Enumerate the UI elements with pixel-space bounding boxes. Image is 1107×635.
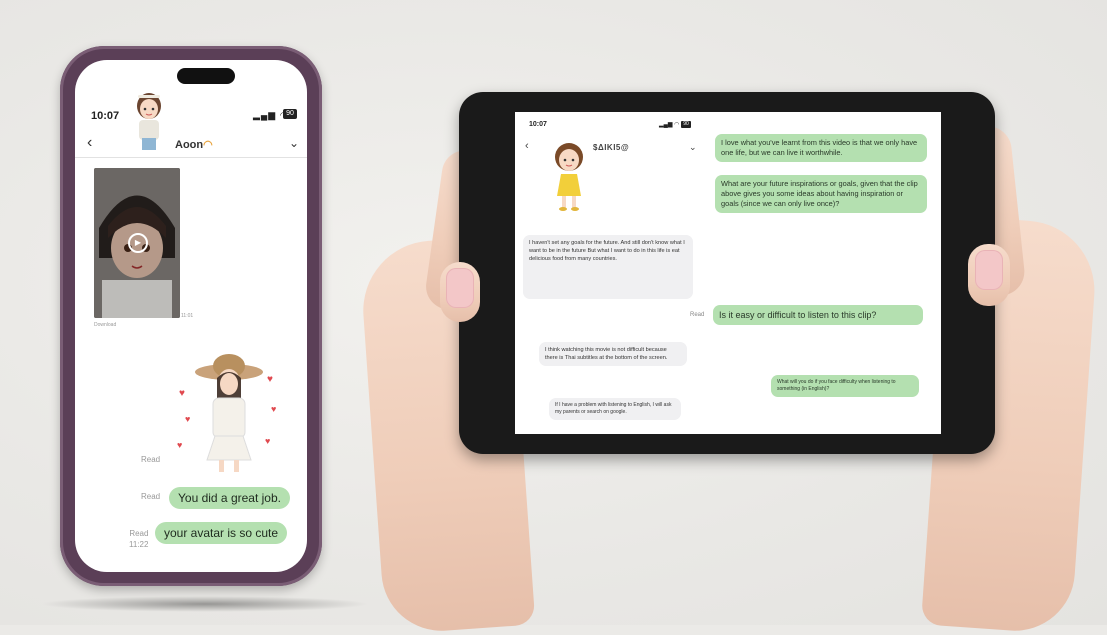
read-receipt: Read — [141, 455, 161, 464]
svg-text:♥: ♥ — [179, 388, 185, 399]
sent-message[interactable]: You did a great job. — [169, 487, 290, 509]
contact-avatar[interactable] — [547, 140, 591, 212]
contact-name[interactable]: $ΔΙΚΙ5@ — [593, 143, 629, 152]
download-label[interactable]: Download — [94, 322, 116, 328]
svg-text:♥: ♥ — [265, 436, 270, 446]
video-timestamp: 11:01 — [181, 313, 194, 319]
sent-message[interactable]: Is it easy or difficult to listen to thi… — [713, 305, 923, 325]
play-icon[interactable]: ▶ — [128, 233, 148, 253]
back-button[interactable]: ‹ — [87, 134, 92, 152]
read-receipt: Read — [141, 492, 161, 501]
avatar-sticker[interactable]: ♥ ♥ ♥ ♥ ♥ ♥ — [171, 348, 289, 478]
received-message[interactable]: I haven't set any goals for the future. … — [523, 235, 693, 299]
contact-avatar[interactable] — [129, 90, 169, 152]
right-thumb-nail — [975, 250, 1003, 290]
read-receipt: Read — [690, 312, 705, 318]
tablet-device: 10:07 ▂▄▆ ◠ 90 ‹ $ΔΙΚΙ5@ ⌄ I love what y… — [459, 92, 995, 454]
chevron-down-icon[interactable]: ⌄ — [689, 142, 697, 153]
video-message[interactable]: ▶ — [94, 168, 180, 318]
battery-icon: 90 — [681, 121, 691, 128]
svg-text:♥: ♥ — [177, 440, 182, 450]
sent-message[interactable]: What are your future inspirations or goa… — [715, 175, 927, 213]
read-label: Read — [129, 529, 149, 538]
read-receipt: Read 11:22 — [129, 528, 148, 550]
svg-text:♥: ♥ — [185, 414, 190, 424]
message-time: 11:22 — [129, 540, 149, 549]
svg-text:♥: ♥ — [271, 404, 276, 414]
sent-message[interactable]: I love what you've learnt from this vide… — [715, 134, 927, 162]
signal-wifi-icon: ▂▄▆ ◠ — [659, 122, 680, 128]
phone-shadow — [40, 596, 370, 612]
chevron-down-icon[interactable]: ⌄ — [289, 136, 299, 150]
left-thumb-nail — [446, 268, 474, 308]
rainbow-icon: ◠ — [203, 139, 213, 151]
phone-screen: 10:07 ▂▄▆ ◠ 90 ‹ Aoon◠ ⌄ ▶ 11:01 Downloa… — [75, 60, 307, 572]
back-button[interactable]: ‹ — [525, 140, 529, 152]
tablet-screen: 10:07 ▂▄▆ ◠ 90 ‹ $ΔΙΚΙ5@ ⌄ I love what y… — [515, 112, 941, 434]
header-divider — [75, 157, 307, 158]
dynamic-island — [177, 68, 235, 84]
sent-message[interactable]: your avatar is so cute — [155, 522, 288, 544]
battery-icon: 90 — [283, 109, 297, 119]
status-time: 10:07 — [529, 121, 547, 128]
received-message[interactable]: I think watching this movie is not diffi… — [539, 342, 687, 366]
sent-message[interactable]: What will you do if you face difficulty … — [771, 375, 919, 397]
phone-device: 10:07 ▂▄▆ ◠ 90 ‹ Aoon◠ ⌄ ▶ 11:01 Downloa… — [60, 46, 322, 586]
svg-text:♥: ♥ — [267, 374, 273, 385]
contact-name[interactable]: Aoon◠ — [175, 138, 213, 151]
received-message[interactable]: If I have a problem with listening to En… — [549, 398, 681, 420]
status-time: 10:07 — [91, 110, 120, 122]
